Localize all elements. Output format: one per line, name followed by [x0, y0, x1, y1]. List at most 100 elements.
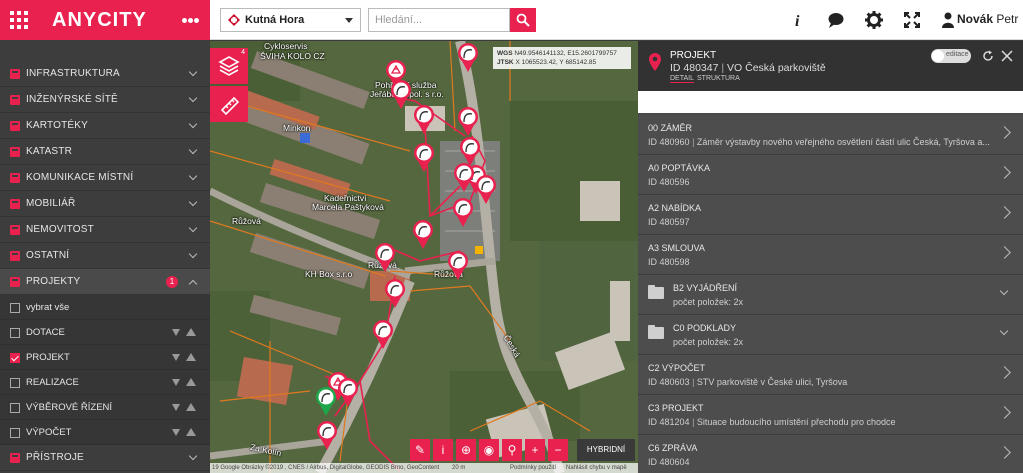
- layer-checkbox-projekt[interactable]: PROJEKT: [0, 345, 210, 370]
- chevron-down-icon: [188, 145, 198, 155]
- layer-checkbox-vyberove-rizeni[interactable]: VÝBĚROVÉ ŘÍZENÍ: [0, 395, 210, 420]
- folder-item[interactable]: B2 VYJÁDŘENÍ počet položek: 2x: [638, 275, 1023, 315]
- sidebar-item-komunikace-mistni[interactable]: KOMUNIKACE MÍSTNÍ: [0, 165, 210, 191]
- fullscreen-icon[interactable]: [902, 10, 922, 30]
- sidebar-item-pristroje[interactable]: PŘÍSTROJE: [0, 445, 210, 471]
- chevron-right-icon: [998, 246, 1011, 259]
- more-menu-icon[interactable]: [182, 18, 200, 23]
- filter-icon[interactable]: [172, 354, 180, 361]
- checkbox[interactable]: [10, 378, 20, 388]
- app-grid-icon[interactable]: [10, 11, 28, 29]
- checkbox[interactable]: [10, 328, 20, 338]
- warning-icon[interactable]: [186, 328, 196, 336]
- report-error-link[interactable]: Nahlásit chybu v mapě: [566, 463, 627, 473]
- count-badge: 1: [166, 276, 178, 288]
- project-pin-lamp[interactable]: [316, 421, 338, 451]
- layer-checkbox-dotace[interactable]: DOTACE: [0, 320, 210, 345]
- plus-icon: +: [531, 443, 539, 457]
- filter-icon[interactable]: [172, 429, 180, 436]
- filter-icon[interactable]: [172, 404, 180, 411]
- map-view[interactable]: 4 WGS N49.9546141132, E15.2601799757 JTS…: [210, 41, 638, 473]
- tab-struktura[interactable]: STRUKTURA: [697, 75, 740, 82]
- folder-icon: [10, 251, 20, 261]
- list-item[interactable]: C6 ZPRÁVA ID 480604: [638, 435, 1023, 473]
- project-pin-lamp[interactable]: [390, 80, 412, 110]
- project-pin-lamp[interactable]: [374, 243, 396, 273]
- pin-button[interactable]: ⚲: [502, 439, 522, 461]
- sidebar-item-nemovitost[interactable]: NEMOVITOST: [0, 217, 210, 243]
- project-pin-lamp[interactable]: [372, 320, 394, 350]
- list-item[interactable]: 00 ZÁMĚR ID 480960 | Záměr výstavby novéh…: [638, 115, 1023, 155]
- user-menu[interactable]: Novák Petr: [942, 11, 1022, 29]
- tab-detail[interactable]: DETAIL: [670, 75, 694, 83]
- sidebar-item-label: KATASTR: [26, 146, 73, 157]
- zoom-out-button[interactable]: −: [548, 439, 568, 461]
- project-pin-lamp[interactable]: [453, 163, 475, 193]
- sidebar-item-projekty[interactable]: PROJEKTY 1: [0, 269, 210, 295]
- map-layers-button[interactable]: 4: [210, 48, 248, 84]
- warning-icon[interactable]: [186, 353, 196, 361]
- project-pin-lamp[interactable]: [457, 107, 479, 137]
- folder-icon: [10, 173, 20, 183]
- map-legend-button[interactable]: [210, 86, 248, 122]
- info-icon[interactable]: i: [788, 10, 808, 30]
- warning-icon[interactable]: [186, 378, 196, 386]
- zoom-in-button[interactable]: +: [525, 439, 545, 461]
- folder-item[interactable]: C0 PODKLADY počet položek: 2x: [638, 315, 1023, 355]
- list-item[interactable]: C2 VÝPOČET ID 480603 | STV parkoviště v Č…: [638, 355, 1023, 395]
- warning-icon[interactable]: [186, 428, 196, 436]
- item-title: C2 VÝPOČET: [648, 363, 706, 373]
- warning-icon[interactable]: [186, 403, 196, 411]
- list-item[interactable]: A2 NABÍDKA ID 480597: [638, 195, 1023, 235]
- sidebar-item-katastr[interactable]: KATASTR: [0, 139, 210, 165]
- info-tool-button[interactable]: i: [433, 439, 453, 461]
- refresh-icon[interactable]: [982, 50, 994, 62]
- locate-button[interactable]: ⊕: [456, 439, 476, 461]
- list-item[interactable]: A0 POPTÁVKA ID 480596: [638, 155, 1023, 195]
- list-item[interactable]: C3 PROJEKT ID 481204 | Situace budoucího …: [638, 395, 1023, 435]
- project-pin-lamp[interactable]: [412, 220, 434, 250]
- map-pin-icon: [649, 53, 661, 71]
- filter-icon[interactable]: [172, 329, 180, 336]
- checkbox[interactable]: [10, 428, 20, 438]
- map-type-hybrid-button[interactable]: HYBRIDNÍ: [577, 439, 635, 461]
- map-label: ŠVIHA KOLO CZ: [260, 51, 325, 61]
- edit-toggle[interactable]: editace: [931, 49, 971, 63]
- filter-icon[interactable]: [172, 379, 180, 386]
- sidebar-item-inzenyrske-site[interactable]: INŽENÝRSKÉ SÍTĚ: [0, 87, 210, 113]
- search-button[interactable]: [510, 8, 536, 32]
- project-pin-active[interactable]: [315, 387, 337, 417]
- draw-button[interactable]: ✎: [410, 439, 430, 461]
- layer-checkbox-realizace[interactable]: REALIZACE: [0, 370, 210, 395]
- project-pin-lamp[interactable]: [337, 378, 359, 408]
- map-pin-icon: ⚲: [507, 443, 517, 457]
- checkbox[interactable]: [10, 403, 20, 413]
- sidebar-item-infrastruktura[interactable]: INFRASTRUKTURA: [0, 61, 210, 87]
- project-pin-lamp[interactable]: [384, 279, 406, 309]
- terms-link[interactable]: Podmínky použití: [510, 463, 556, 473]
- list-item[interactable]: A3 SMLOUVA ID 480598: [638, 235, 1023, 275]
- layer-checkbox-select-all[interactable]: vybrat vše: [0, 295, 210, 320]
- project-pin-lamp[interactable]: [475, 175, 497, 205]
- close-icon[interactable]: [1001, 50, 1013, 62]
- map-label: Růžová: [232, 216, 261, 226]
- project-pin-lamp[interactable]: [413, 105, 435, 135]
- project-pin-lamp[interactable]: [413, 143, 435, 173]
- chat-icon[interactable]: [826, 10, 846, 30]
- checkbox-checked[interactable]: [10, 353, 20, 363]
- layer-checkbox-vypocet[interactable]: VÝPOČET: [0, 420, 210, 445]
- project-pin-lamp[interactable]: [447, 251, 469, 281]
- sidebar-item-label: PROJEKTY: [26, 276, 81, 287]
- sidebar-item-ostatni[interactable]: OSTATNÍ: [0, 243, 210, 269]
- checkbox[interactable]: [10, 303, 20, 313]
- city-select[interactable]: Kutná Hora: [220, 8, 361, 32]
- eye-icon: ◉: [483, 443, 495, 457]
- gear-icon[interactable]: [864, 10, 884, 30]
- sidebar-item-mobiliar[interactable]: MOBILIÁŘ: [0, 191, 210, 217]
- search-input[interactable]: [375, 9, 509, 31]
- project-pin-lamp[interactable]: [457, 43, 479, 73]
- project-pin-lamp[interactable]: [452, 198, 474, 228]
- view-button[interactable]: ◉: [479, 439, 499, 461]
- sidebar-item-kartoteky[interactable]: KARTOTÉKY: [0, 113, 210, 139]
- item-meta: ID 480604: [648, 457, 690, 467]
